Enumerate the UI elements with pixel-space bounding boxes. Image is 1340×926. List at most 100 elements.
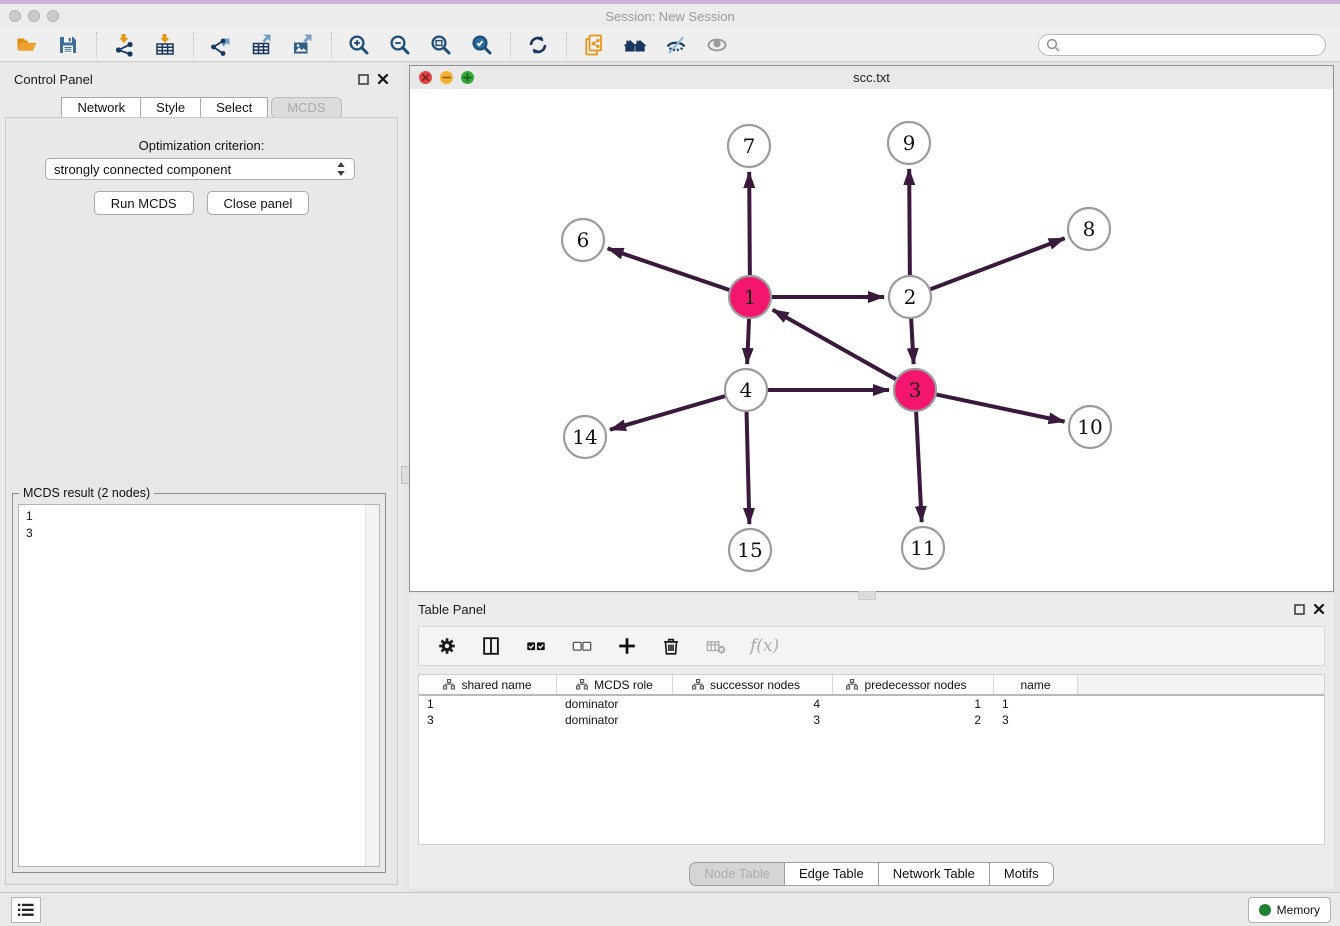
search-input[interactable] (1065, 37, 1309, 53)
control-panel-tabs: Network Style Select MCDS (0, 97, 403, 119)
memory-button[interactable]: Memory (1248, 897, 1331, 923)
show-panels-button[interactable] (702, 30, 732, 60)
graph-edge-3-1[interactable] (773, 310, 899, 381)
graph-edge-3-10[interactable] (934, 394, 1065, 422)
graph-edge-1-7[interactable] (749, 172, 750, 278)
graph-edge-3-11[interactable] (916, 409, 922, 522)
show-task-history-button[interactable] (11, 897, 41, 923)
zoom-in-button[interactable] (344, 30, 374, 60)
select-columns-icon[interactable] (480, 635, 502, 657)
graph-edge-2-8[interactable] (928, 238, 1065, 290)
graph-node-14[interactable]: 14 (564, 416, 606, 458)
graph-node-15[interactable]: 15 (729, 529, 771, 571)
network-documents-icon (582, 33, 606, 57)
table-row[interactable]: 1 dominator 4 1 1 (419, 696, 1324, 712)
graph-edge-4-14[interactable] (610, 395, 728, 429)
zoom-out-icon (388, 33, 412, 57)
close-panel-icon[interactable] (377, 73, 389, 85)
memory-label: Memory (1277, 903, 1320, 917)
graph-node-4[interactable]: 4 (725, 369, 767, 411)
graph-edge-1-6[interactable] (608, 248, 732, 290)
graph-node-2[interactable]: 2 (889, 276, 931, 318)
graph-node-label: 8 (1083, 217, 1096, 241)
graph-node-10[interactable]: 10 (1069, 406, 1111, 448)
cell-successor-nodes[interactable]: 4 (673, 697, 833, 711)
graph-edge-2-9[interactable] (909, 169, 910, 278)
minimize-view-icon[interactable] (439, 70, 454, 85)
apply-layout-button[interactable] (523, 30, 553, 60)
graph-edge-1-4[interactable] (747, 316, 749, 364)
tree-icon (692, 679, 704, 690)
optimization-criterion-dropdown[interactable]: strongly connected component (45, 158, 355, 180)
column-header-shared-name[interactable]: shared name (419, 675, 557, 694)
tab-select[interactable]: Select (201, 97, 268, 119)
graph-node-1[interactable]: 1 (729, 276, 771, 318)
column-header-name[interactable]: name (994, 675, 1078, 694)
network-canvas[interactable]: 1 2 3 4 6 7 8 9 10 11 14 15 (410, 89, 1333, 591)
column-header-successor-nodes[interactable]: successor nodes (673, 675, 833, 694)
save-session-button[interactable] (53, 30, 83, 60)
result-scrollbar[interactable] (365, 505, 379, 866)
tab-network-table[interactable]: Network Table (879, 862, 990, 886)
zoom-in-icon (347, 33, 371, 57)
tab-motifs[interactable]: Motifs (990, 862, 1054, 886)
column-header-predecessor-nodes[interactable]: predecessor nodes (833, 675, 994, 694)
graph-edge-4-15[interactable] (746, 409, 749, 524)
tab-node-table[interactable]: Node Table (689, 862, 785, 886)
search-box[interactable] (1038, 34, 1326, 56)
open-session-button[interactable] (12, 30, 42, 60)
zoom-out-button[interactable] (385, 30, 415, 60)
cell-successor-nodes[interactable]: 3 (673, 713, 833, 727)
network-window-titlebar[interactable]: scc.txt (410, 66, 1333, 90)
network-overview-button[interactable] (579, 30, 609, 60)
cell-mcds-role[interactable]: dominator (557, 713, 673, 727)
table-row[interactable]: 3 dominator 3 2 3 (419, 712, 1324, 728)
close-panel-button[interactable]: Close panel (207, 191, 310, 215)
hide-panels-button[interactable] (661, 30, 691, 60)
tab-edge-table[interactable]: Edge Table (785, 862, 879, 886)
cell-name[interactable]: 1 (994, 697, 1078, 711)
add-column-icon[interactable] (616, 635, 638, 657)
result-line: 1 (26, 508, 379, 525)
column-header-mcds-role[interactable]: MCDS role (557, 675, 673, 694)
select-all-rows-icon[interactable] (524, 635, 548, 657)
mcds-result-list[interactable]: 1 3 (18, 504, 380, 867)
graph-node-7[interactable]: 7 (728, 125, 770, 167)
control-panel-header: Control Panel (0, 63, 403, 95)
tab-network[interactable]: Network (61, 97, 141, 119)
cell-mcds-role[interactable]: dominator (557, 697, 673, 711)
maximize-view-icon[interactable] (460, 70, 475, 85)
export-table-button[interactable] (247, 30, 277, 60)
tab-style[interactable]: Style (141, 97, 201, 119)
float-panel-icon[interactable] (358, 74, 369, 85)
cell-name[interactable]: 3 (994, 713, 1078, 727)
tab-mcds[interactable]: MCDS (271, 97, 341, 119)
deselect-all-rows-icon[interactable] (570, 635, 594, 657)
import-table-button[interactable] (150, 30, 180, 60)
zoom-fit-button[interactable] (426, 30, 456, 60)
run-mcds-button[interactable]: Run MCDS (94, 191, 194, 215)
delete-column-icon[interactable] (660, 635, 682, 657)
table-settings-gear-icon[interactable] (436, 635, 458, 657)
zoom-selected-button[interactable] (467, 30, 497, 60)
graph-node-8[interactable]: 8 (1068, 208, 1110, 250)
export-image-button[interactable] (288, 30, 318, 60)
graph-node-3[interactable]: 3 (894, 369, 936, 411)
window-controls (418, 70, 475, 85)
export-network-button[interactable] (206, 30, 236, 60)
close-view-icon[interactable] (418, 70, 433, 85)
cell-shared-name[interactable]: 3 (419, 713, 557, 727)
graph-edge-2-3[interactable] (911, 316, 914, 364)
cell-predecessor-nodes[interactable]: 1 (833, 697, 994, 711)
graph-node-11[interactable]: 11 (902, 527, 944, 569)
cell-shared-name[interactable]: 1 (419, 697, 557, 711)
close-panel-icon[interactable] (1313, 603, 1325, 615)
cell-predecessor-nodes[interactable]: 2 (833, 713, 994, 727)
graph-node-9[interactable]: 9 (888, 122, 930, 164)
import-network-button[interactable] (109, 30, 139, 60)
float-panel-icon[interactable] (1294, 604, 1305, 615)
graph-svg[interactable]: 1 2 3 4 6 7 8 9 10 11 14 15 (410, 89, 1333, 591)
graph-node-6[interactable]: 6 (562, 219, 604, 261)
horizontal-splitter-grip[interactable] (858, 591, 876, 600)
home-button[interactable] (620, 30, 650, 60)
